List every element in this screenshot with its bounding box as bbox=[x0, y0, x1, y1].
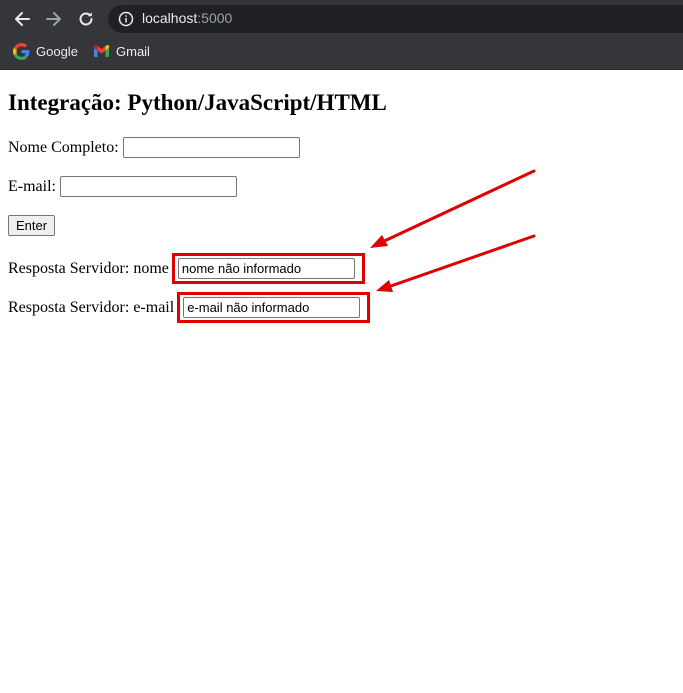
nome-label: Nome Completo: bbox=[8, 138, 119, 156]
url-host: localhost bbox=[142, 10, 198, 26]
nome-input[interactable] bbox=[122, 137, 300, 158]
address-bar[interactable]: localhost:5000 bbox=[108, 5, 683, 33]
enter-row: Enter bbox=[8, 215, 56, 236]
gmail-icon bbox=[93, 43, 110, 60]
reload-icon bbox=[79, 12, 93, 26]
url-port: :5000 bbox=[197, 10, 233, 26]
bookmark-gmail[interactable]: Gmail bbox=[93, 41, 150, 61]
annotation-arrow-2 bbox=[376, 234, 536, 292]
nome-row: Nome Completo: bbox=[8, 137, 300, 158]
reload-button[interactable] bbox=[74, 7, 98, 31]
response-nome-row: Resposta Servidor: nome bbox=[8, 253, 365, 284]
bookmark-google[interactable]: Google bbox=[13, 41, 78, 61]
page-title: Integração: Python/JavaScript/HTML bbox=[8, 90, 387, 115]
back-button[interactable] bbox=[10, 7, 34, 31]
response-email-highlight bbox=[177, 292, 371, 323]
email-label: E-mail: bbox=[8, 177, 56, 195]
url-text: localhost:5000 bbox=[142, 10, 232, 26]
bookmark-google-label: Google bbox=[36, 43, 78, 59]
info-icon[interactable] bbox=[118, 11, 134, 27]
response-nome-highlight bbox=[171, 253, 365, 284]
response-nome-field[interactable] bbox=[177, 258, 355, 279]
google-icon bbox=[13, 42, 30, 60]
forward-button[interactable] bbox=[42, 7, 66, 31]
enter-button[interactable]: Enter bbox=[8, 215, 56, 236]
bookmark-gmail-label: Gmail bbox=[116, 43, 150, 59]
email-input[interactable] bbox=[59, 176, 237, 197]
annotation-arrow-1 bbox=[370, 169, 536, 248]
arrow-left-icon bbox=[15, 12, 30, 26]
response-nome-label: Resposta Servidor: nome bbox=[8, 259, 169, 277]
arrow-right-icon bbox=[46, 12, 61, 26]
response-email-field[interactable] bbox=[183, 297, 361, 318]
browser-toolbar: localhost:5000 bbox=[0, 0, 683, 35]
email-row: E-mail: bbox=[8, 176, 237, 197]
response-email-label: Resposta Servidor: e-mail bbox=[8, 298, 175, 316]
response-email-row: Resposta Servidor: e-mail bbox=[8, 292, 371, 323]
